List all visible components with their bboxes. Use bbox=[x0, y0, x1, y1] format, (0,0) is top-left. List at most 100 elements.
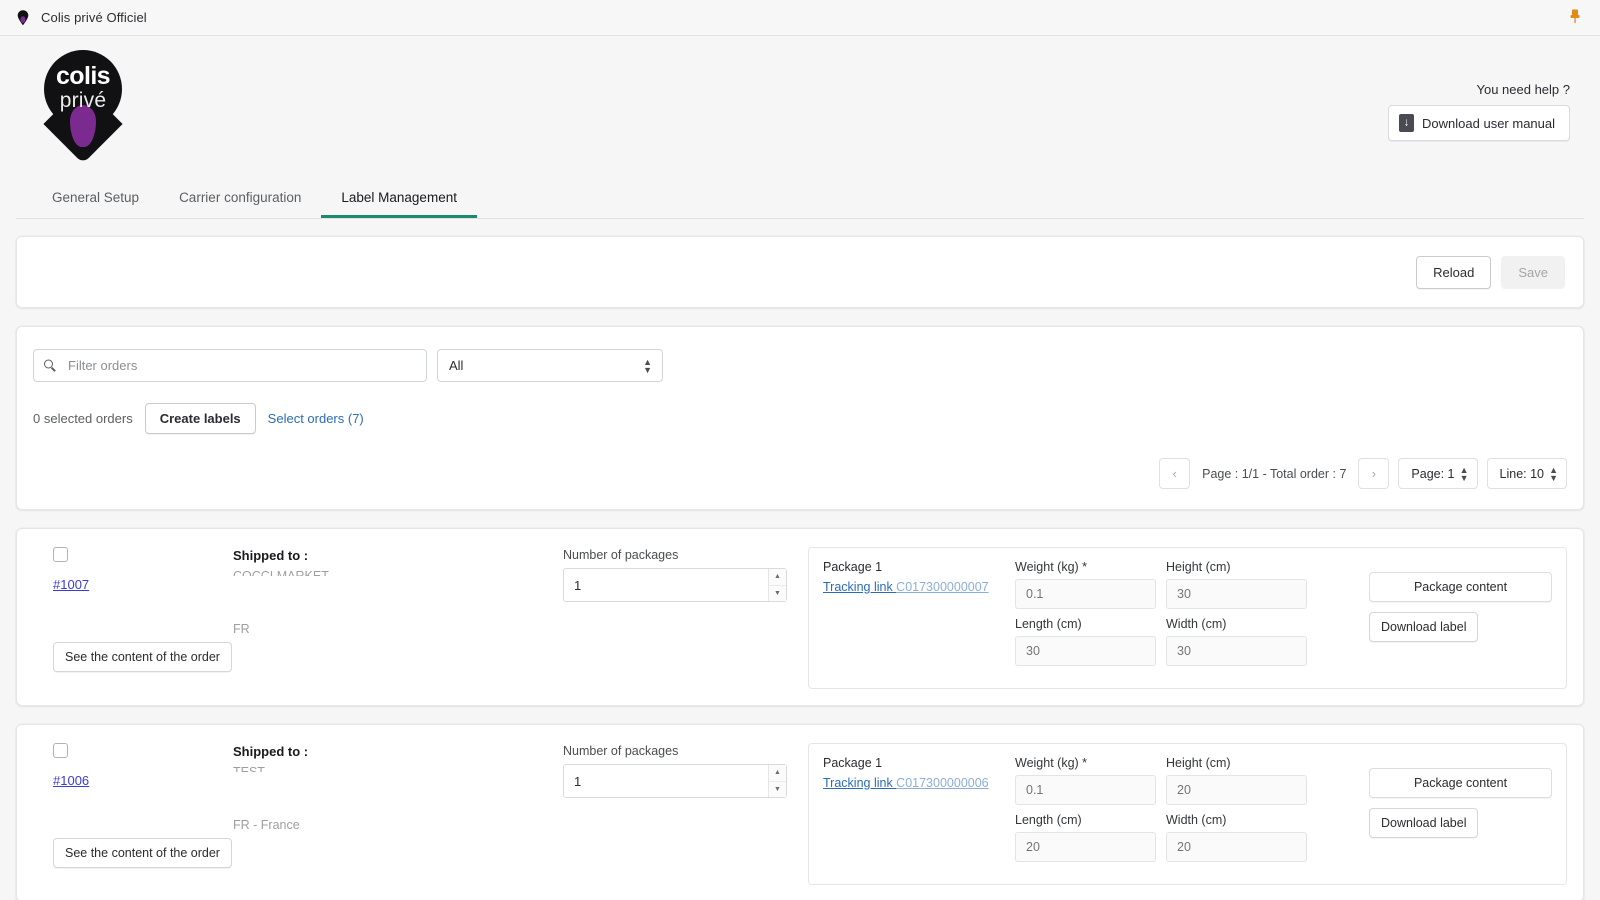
tracking-prefix: Tracking link bbox=[823, 580, 896, 594]
chevron-updown-icon: ▲▼ bbox=[1549, 466, 1558, 482]
tab-carrier-configuration[interactable]: Carrier configuration bbox=[159, 191, 321, 219]
width-input[interactable] bbox=[1166, 832, 1307, 862]
stepper-down-icon[interactable]: ▼ bbox=[769, 586, 786, 602]
package-name: Package 1 bbox=[823, 756, 1015, 770]
tracking-prefix: Tracking link bbox=[823, 776, 896, 790]
status-filter-select[interactable]: All ▲▼ bbox=[437, 349, 663, 382]
selected-orders-count: 0 selected orders bbox=[33, 411, 133, 426]
stepper-buttons: ▲ ▼ bbox=[768, 765, 786, 797]
order-checkbox[interactable] bbox=[53, 743, 68, 758]
tab-label-management[interactable]: Label Management bbox=[321, 191, 477, 219]
selection-row: 0 selected orders Create labels Select o… bbox=[33, 403, 1567, 434]
packages-count-stepper: ▲ ▼ bbox=[563, 568, 787, 602]
page-body: colis privé You need help ? Download use… bbox=[0, 36, 1600, 900]
stepper-buttons: ▲ ▼ bbox=[768, 569, 786, 601]
length-label: Length (cm) bbox=[1015, 617, 1156, 631]
logo-line-1: colis bbox=[44, 64, 122, 89]
order-id-link[interactable]: #1007 bbox=[53, 577, 89, 592]
main-tabs: General Setup Carrier configuration Labe… bbox=[16, 181, 1584, 219]
order-select-column: #1006 See the content of the order bbox=[33, 743, 233, 868]
create-labels-button[interactable]: Create labels bbox=[145, 403, 256, 434]
pin-logo-icon bbox=[14, 9, 32, 27]
package-meta: Package 1 Tracking link C017300000007 bbox=[823, 560, 1015, 596]
line-select[interactable]: Line: 10 ▲▼ bbox=[1487, 458, 1567, 489]
pushpin-icon[interactable] bbox=[1568, 8, 1582, 27]
download-label-button[interactable]: Download label bbox=[1369, 808, 1478, 838]
tracking-number: C017300000007 bbox=[896, 580, 988, 594]
height-input[interactable] bbox=[1166, 579, 1307, 609]
package-name: Package 1 bbox=[823, 560, 1015, 574]
packages-count-column: Number of packages ▲ ▼ bbox=[563, 547, 808, 602]
page-select[interactable]: Page: 1 ▲▼ bbox=[1398, 458, 1477, 489]
pagination-summary: Page : 1/1 - Total order : 7 bbox=[1190, 458, 1358, 489]
number-of-packages-label: Number of packages bbox=[563, 548, 808, 562]
stepper-up-icon[interactable]: ▲ bbox=[769, 569, 786, 586]
package-content-button[interactable]: Package content bbox=[1369, 572, 1552, 602]
tracking-link[interactable]: Tracking link C017300000007 bbox=[823, 580, 989, 594]
actions-card: Reload Save bbox=[16, 236, 1584, 308]
stepper-down-icon[interactable]: ▼ bbox=[769, 782, 786, 798]
package-dimensions: Weight (kg) * Length (cm) Height (cm) Wi… bbox=[1015, 560, 1307, 674]
browser-topbar: Colis privé Officiel bbox=[0, 0, 1600, 36]
download-user-manual-label: Download user manual bbox=[1422, 116, 1555, 131]
tab-general-setup[interactable]: General Setup bbox=[32, 191, 159, 219]
pager-group: ‹ Page : 1/1 - Total order : 7 › bbox=[1159, 458, 1389, 489]
weight-input[interactable] bbox=[1015, 579, 1156, 609]
packages-count-input[interactable] bbox=[563, 764, 787, 798]
ship-name: TEST bbox=[233, 763, 563, 772]
chevron-right-icon[interactable]: › bbox=[1358, 458, 1389, 489]
ship-country: FR - France bbox=[233, 818, 563, 832]
line-select-value: Line: 10 bbox=[1500, 467, 1544, 481]
height-input[interactable] bbox=[1166, 775, 1307, 805]
chevron-left-icon[interactable]: ‹ bbox=[1159, 458, 1190, 489]
tracking-link[interactable]: Tracking link C017300000006 bbox=[823, 776, 989, 790]
packages-count-column: Number of packages ▲ ▼ bbox=[563, 743, 808, 798]
filter-row: All ▲▼ bbox=[33, 349, 1567, 382]
download-user-manual-button[interactable]: Download user manual bbox=[1388, 105, 1570, 141]
packages-count-stepper: ▲ ▼ bbox=[563, 764, 787, 798]
reload-button[interactable]: Reload bbox=[1416, 256, 1491, 289]
package-actions: Package content Download label bbox=[1353, 560, 1552, 642]
shipped-to-label: Shipped to : bbox=[233, 548, 563, 563]
document-download-icon bbox=[1399, 114, 1414, 132]
order-row: #1007 See the content of the order Shipp… bbox=[16, 528, 1584, 706]
weight-input[interactable] bbox=[1015, 775, 1156, 805]
length-input[interactable] bbox=[1015, 832, 1156, 862]
package-dimensions: Weight (kg) * Length (cm) Height (cm) Wi… bbox=[1015, 756, 1307, 870]
length-input[interactable] bbox=[1015, 636, 1156, 666]
save-button[interactable]: Save bbox=[1501, 256, 1565, 289]
order-select-column: #1007 See the content of the order bbox=[33, 547, 233, 672]
page-select-value: Page: 1 bbox=[1411, 467, 1454, 481]
shipping-address-column: Shipped to : COCCI MARKET FR bbox=[233, 547, 563, 636]
see-order-content-button[interactable]: See the content of the order bbox=[53, 838, 232, 868]
download-label-button[interactable]: Download label bbox=[1369, 612, 1478, 642]
width-input[interactable] bbox=[1166, 636, 1307, 666]
window-title: Colis privé Officiel bbox=[41, 10, 147, 25]
stepper-up-icon[interactable]: ▲ bbox=[769, 765, 786, 782]
weight-label: Weight (kg) * bbox=[1015, 756, 1156, 770]
select-orders-link[interactable]: Select orders (7) bbox=[268, 411, 364, 426]
package-panel: Package 1 Tracking link C017300000006 We… bbox=[808, 743, 1567, 885]
filter-card: All ▲▼ 0 selected orders Create labels S… bbox=[16, 326, 1584, 510]
logo-line-2: privé bbox=[44, 90, 122, 111]
package-content-button[interactable]: Package content bbox=[1369, 768, 1552, 798]
search-box bbox=[33, 349, 427, 382]
brand-header: colis privé You need help ? Download use… bbox=[16, 36, 1584, 181]
status-filter-value: All bbox=[437, 349, 663, 382]
see-order-content-button[interactable]: See the content of the order bbox=[53, 642, 232, 672]
chevron-updown-icon: ▲▼ bbox=[1460, 466, 1469, 482]
height-label: Height (cm) bbox=[1166, 560, 1307, 574]
shipping-address-column: Shipped to : TEST FR - France bbox=[233, 743, 563, 832]
search-input[interactable] bbox=[33, 349, 427, 382]
order-row: #1006 See the content of the order Shipp… bbox=[16, 724, 1584, 900]
width-label: Width (cm) bbox=[1166, 617, 1307, 631]
packages-count-input[interactable] bbox=[563, 568, 787, 602]
package-meta: Package 1 Tracking link C017300000006 bbox=[823, 756, 1015, 792]
order-checkbox[interactable] bbox=[53, 547, 68, 562]
tracking-number: C017300000006 bbox=[896, 776, 988, 790]
help-title: You need help ? bbox=[1388, 82, 1570, 97]
order-id-link[interactable]: #1006 bbox=[53, 773, 89, 788]
number-of-packages-label: Number of packages bbox=[563, 744, 808, 758]
height-label: Height (cm) bbox=[1166, 756, 1307, 770]
shipped-to-label: Shipped to : bbox=[233, 744, 563, 759]
